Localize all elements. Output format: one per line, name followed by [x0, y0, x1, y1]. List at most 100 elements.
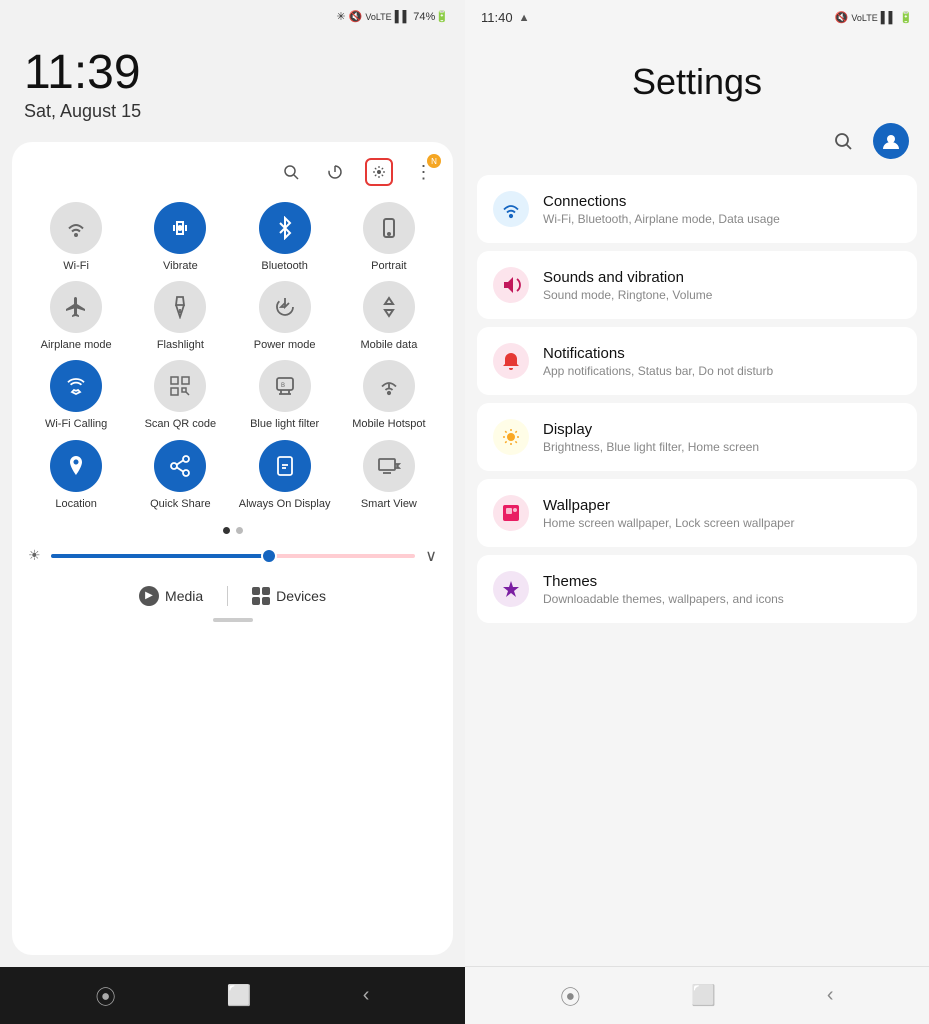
wallpaper-icon [493, 495, 529, 531]
devices-label: Devices [276, 588, 326, 604]
settings-list: Connections Wi-Fi, Bluetooth, Airplane m… [465, 175, 929, 966]
smartview-toggle[interactable]: Smart View [341, 440, 437, 511]
settings-item-notifications[interactable]: Notifications App notifications, Status … [477, 327, 917, 395]
nav-home-icon-right[interactable]: ⬜ [691, 983, 716, 1008]
mobiledata-label: Mobile data [360, 339, 417, 352]
themes-subtitle: Downloadable themes, wallpapers, and ico… [543, 592, 784, 606]
status-icons-left: ✳ 🔇 VoLTE ▌▌ 74%🔋 [336, 10, 449, 23]
bluelight-icon: B [259, 360, 311, 412]
alwayson-toggle[interactable]: Always On Display [237, 440, 333, 511]
signal-icon: ▌▌ [395, 11, 411, 23]
connections-icon [493, 191, 529, 227]
page-dot-1 [223, 527, 230, 534]
bluetooth-toggle[interactable]: Bluetooth [237, 202, 333, 273]
location-toggle[interactable]: Location [28, 440, 124, 511]
power-button[interactable] [321, 158, 349, 186]
devices-button[interactable]: Devices [252, 587, 326, 605]
search-button[interactable] [277, 158, 305, 186]
connections-text: Connections Wi-Fi, Bluetooth, Airplane m… [543, 193, 780, 226]
scanqr-toggle[interactable]: Scan QR code [132, 360, 228, 431]
status-bar-right: 11:40 ▲ 🔇 VoLTE ▌▌ 🔋 [465, 0, 929, 31]
scanqr-label: Scan QR code [145, 418, 217, 431]
wifi-label: Wi-Fi [63, 260, 89, 273]
flashlight-label: Flashlight [157, 339, 204, 352]
clock-time: 11:39 [24, 49, 441, 97]
devices-grid-icon [252, 587, 270, 605]
media-play-icon: ▶ [139, 586, 159, 606]
brightness-slider[interactable] [51, 554, 416, 558]
media-button[interactable]: ▶ Media [139, 586, 203, 606]
flashlight-toggle[interactable]: Flashlight [132, 281, 228, 352]
mute-icon-right: 🔇 [835, 11, 849, 24]
quick-settings-panel: ⋮ N Wi-Fi [12, 142, 453, 955]
sounds-title: Sounds and vibration [543, 269, 712, 286]
brightness-expand-button[interactable]: ∨ [425, 546, 437, 566]
powermode-toggle[interactable]: Power mode [237, 281, 333, 352]
nav-bar-left: ⦿ ⬜ ‹ [0, 967, 465, 1024]
powermode-label: Power mode [254, 339, 316, 352]
quickshare-toggle[interactable]: Quick Share [132, 440, 228, 511]
portrait-toggle[interactable]: Portrait [341, 202, 437, 273]
vibrate-icon [154, 202, 206, 254]
bluelight-label: Blue light filter [250, 418, 319, 431]
airplane-label: Airplane mode [41, 339, 112, 352]
hotspot-toggle[interactable]: Mobile Hotspot [341, 360, 437, 431]
volte-icon-right: VoLTE [851, 13, 877, 23]
vibrate-toggle[interactable]: Vibrate [132, 202, 228, 273]
nav-recents-icon[interactable]: ⦿ [96, 981, 116, 1010]
location-label: Location [55, 498, 97, 511]
notifications-text: Notifications App notifications, Status … [543, 345, 773, 378]
hotspot-icon [363, 360, 415, 412]
settings-item-wallpaper[interactable]: Wallpaper Home screen wallpaper, Lock sc… [477, 479, 917, 547]
battery-icon-right: 🔋 [899, 11, 913, 24]
settings-item-themes[interactable]: Themes Downloadable themes, wallpapers, … [477, 555, 917, 623]
home-indicator [213, 618, 253, 622]
wallpaper-subtitle: Home screen wallpaper, Lock screen wallp… [543, 516, 794, 530]
more-options-button[interactable]: ⋮ N [409, 158, 437, 186]
svg-text:B: B [281, 383, 285, 389]
vibrate-label: Vibrate [163, 260, 198, 273]
settings-search-button[interactable] [825, 123, 861, 159]
settings-item-display[interactable]: Display Brightness, Blue light filter, H… [477, 403, 917, 471]
settings-button[interactable] [365, 158, 393, 186]
mobiledata-toggle[interactable]: Mobile data [341, 281, 437, 352]
flashlight-icon [154, 281, 206, 333]
nav-bar-right: ⦿ ⬜ ‹ [465, 966, 929, 1024]
clock-date: Sat, August 15 [24, 101, 441, 122]
status-bar-left: ✳ 🔇 VoLTE ▌▌ 74%🔋 [0, 0, 465, 29]
mobiledata-icon [363, 281, 415, 333]
media-label: Media [165, 588, 203, 604]
time-right: 11:40 [481, 10, 513, 25]
bluetooth-icon [259, 202, 311, 254]
airplane-icon [50, 281, 102, 333]
media-devices-row: ▶ Media Devices [28, 578, 437, 610]
nav-home-icon[interactable]: ⬜ [227, 983, 252, 1008]
profile-button[interactable] [873, 123, 909, 159]
settings-item-connections[interactable]: Connections Wi-Fi, Bluetooth, Airplane m… [477, 175, 917, 243]
nav-back-icon[interactable]: ‹ [363, 984, 370, 1007]
bluelight-toggle[interactable]: B Blue light filter [237, 360, 333, 431]
wificalling-toggle[interactable]: Wi-Fi Calling [28, 360, 124, 431]
search-profile-row [465, 123, 929, 175]
themes-title: Themes [543, 573, 784, 590]
display-icon [493, 419, 529, 455]
nav-recents-icon-right[interactable]: ⦿ [560, 981, 580, 1010]
sounds-text: Sounds and vibration Sound mode, Rington… [543, 269, 712, 302]
display-text: Display Brightness, Blue light filter, H… [543, 421, 759, 454]
wifi-toggle[interactable]: Wi-Fi [28, 202, 124, 273]
notification-badge: N [427, 154, 441, 168]
quickshare-label: Quick Share [150, 498, 211, 511]
time-display: 11:39 Sat, August 15 [0, 29, 465, 130]
scanqr-icon [154, 360, 206, 412]
settings-panel: 11:40 ▲ 🔇 VoLTE ▌▌ 🔋 Settings [465, 0, 929, 1024]
airplane-toggle[interactable]: Airplane mode [28, 281, 124, 352]
powermode-icon [259, 281, 311, 333]
nav-back-icon-right[interactable]: ‹ [827, 984, 834, 1007]
settings-item-sounds[interactable]: Sounds and vibration Sound mode, Rington… [477, 251, 917, 319]
wallpaper-text: Wallpaper Home screen wallpaper, Lock sc… [543, 497, 794, 530]
brightness-thumb [261, 548, 277, 564]
signal-icon-right: ▌▌ [881, 12, 897, 24]
hotspot-label: Mobile Hotspot [352, 418, 425, 431]
status-time-right: 11:40 ▲ [481, 10, 529, 25]
status-icons-right: 🔇 VoLTE ▌▌ 🔋 [835, 11, 913, 24]
